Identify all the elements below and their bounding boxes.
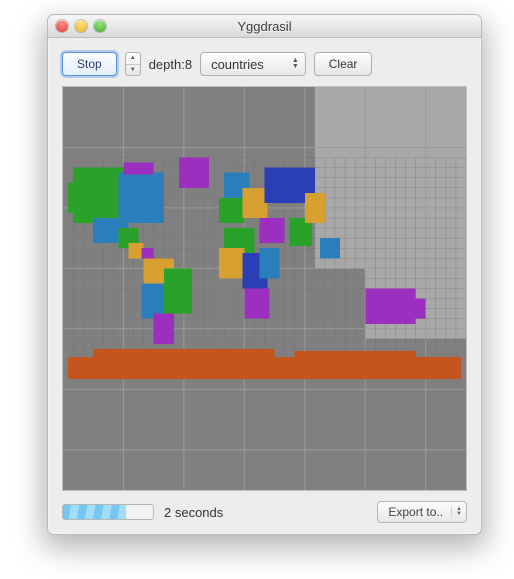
stop-button[interactable]: Stop <box>62 52 117 76</box>
layer-select[interactable]: countries ▲▼ <box>200 52 306 76</box>
map-canvas[interactable] <box>62 86 467 491</box>
depth-stepper[interactable]: ▲ ▼ <box>125 52 141 76</box>
layer-select-value: countries <box>211 57 264 72</box>
select-arrows-icon: ▲▼ <box>292 58 299 70</box>
export-menu-label: Export to.. <box>388 505 443 519</box>
clear-button[interactable]: Clear <box>314 52 373 76</box>
status-bar: 2 seconds Export to.. ▲▼ <box>62 501 467 523</box>
progress-bar <box>62 504 154 520</box>
export-menu[interactable]: Export to.. ▲▼ <box>377 501 467 523</box>
map-svg <box>63 87 466 490</box>
close-icon[interactable] <box>56 20 68 32</box>
toolbar: Stop ▲ ▼ depth:8 countries ▲▼ Clear <box>62 52 467 76</box>
progress-fill <box>63 505 126 519</box>
chevron-down-icon[interactable]: ▼ <box>126 65 140 76</box>
titlebar[interactable]: Yggdrasil <box>48 15 481 38</box>
popup-arrows-icon: ▲▼ <box>451 507 462 517</box>
chevron-up-icon[interactable]: ▲ <box>126 53 140 65</box>
app-window: Yggdrasil Stop ▲ ▼ depth:8 countries ▲▼ … <box>47 14 482 535</box>
elapsed-time-label: 2 seconds <box>164 505 223 520</box>
zoom-icon[interactable] <box>94 20 106 32</box>
window-title: Yggdrasil <box>48 19 481 34</box>
depth-label: depth:8 <box>149 57 192 72</box>
minimize-icon[interactable] <box>75 20 87 32</box>
